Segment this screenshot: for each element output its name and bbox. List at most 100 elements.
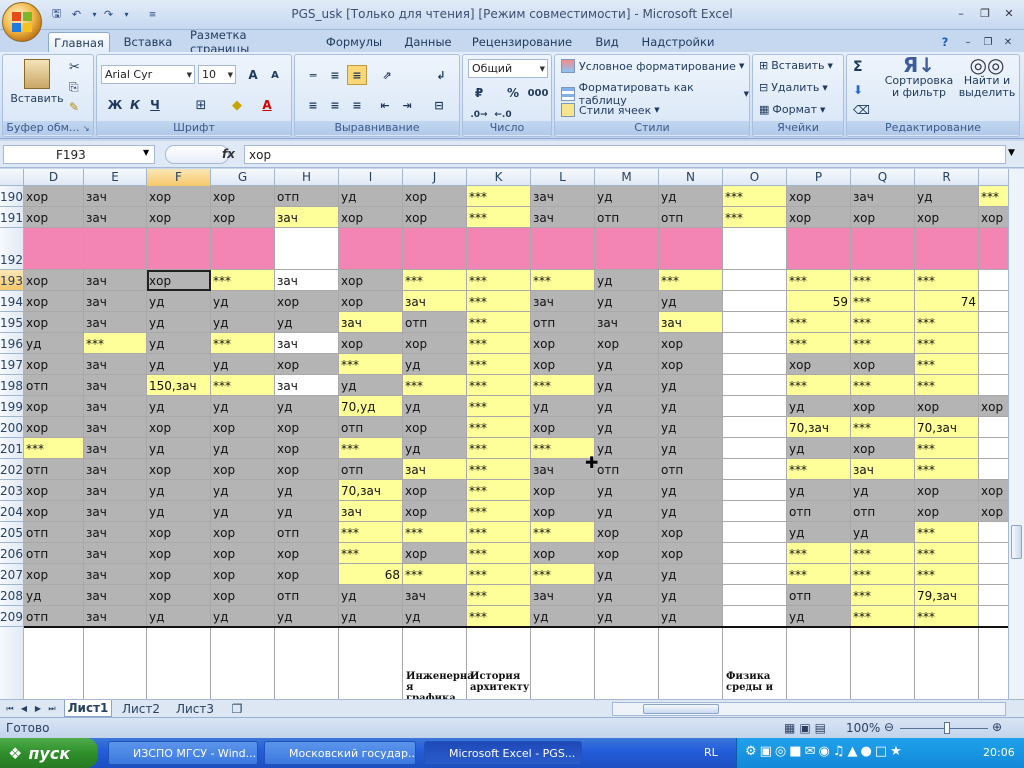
cell-h203[interactable]: уд <box>275 480 339 501</box>
cell-q208[interactable]: *** <box>851 585 915 606</box>
cell-e207[interactable]: зач <box>84 564 147 585</box>
zoom-slider-thumb[interactable] <box>944 722 950 734</box>
cell-l203[interactable]: хор <box>531 480 595 501</box>
cell-q192[interactable] <box>851 228 915 270</box>
cell-e204[interactable]: зач <box>84 501 147 522</box>
cell-n199[interactable]: уд <box>659 396 723 417</box>
cell-l205[interactable]: *** <box>531 522 595 543</box>
row-header[interactable]: 192 <box>0 228 24 270</box>
row-header[interactable]: 200 <box>0 417 24 438</box>
cell-i200[interactable]: отп <box>339 417 403 438</box>
cell-k196[interactable]: *** <box>467 333 531 354</box>
cell-r194[interactable]: 74 <box>915 291 979 312</box>
cell-i202[interactable]: отп <box>339 459 403 480</box>
tray-icons[interactable]: ⚙▣◎■✉◉♫▲●□★ <box>745 744 905 759</box>
header-cell[interactable] <box>211 627 275 699</box>
cell-n209[interactable]: уд <box>659 606 723 627</box>
cell-h209[interactable]: уд <box>275 606 339 627</box>
cell-r208[interactable]: 79,зач <box>915 585 979 606</box>
header-cell[interactable] <box>275 627 339 699</box>
cell-i203[interactable]: 70,зач <box>339 480 403 501</box>
cell-o192[interactable] <box>723 228 787 270</box>
cell-f196[interactable]: уд <box>147 333 211 354</box>
cell-d202[interactable]: отп <box>24 459 84 480</box>
cell-f200[interactable]: хор <box>147 417 211 438</box>
underline-button[interactable]: Ч <box>145 95 165 115</box>
cell-m196[interactable]: хор <box>595 333 659 354</box>
cell-p203[interactable]: уд <box>787 480 851 501</box>
cell-n198[interactable]: уд <box>659 375 723 396</box>
row-header[interactable]: 202 <box>0 459 24 480</box>
cell-p197[interactable]: хор <box>787 354 851 375</box>
cell-p193[interactable]: *** <box>787 270 851 291</box>
header-cell[interactable] <box>24 627 84 699</box>
cell-e193[interactable]: зач <box>84 270 147 291</box>
paste-button[interactable]: Вставить <box>10 59 64 105</box>
cell-k201[interactable]: *** <box>467 438 531 459</box>
cell-o195[interactable] <box>723 312 787 333</box>
fill-icon[interactable]: ⬇ <box>853 83 863 97</box>
row-header[interactable]: 198 <box>0 375 24 396</box>
last-sheet-icon[interactable]: ⏭ <box>46 700 58 717</box>
cell-i199[interactable]: 70,уд <box>339 396 403 417</box>
cell-i197[interactable]: *** <box>339 354 403 375</box>
cell-n192[interactable] <box>659 228 723 270</box>
cell-n197[interactable]: хор <box>659 354 723 375</box>
cell-d190[interactable]: хор <box>24 186 84 207</box>
column-header-k[interactable]: K <box>467 169 531 186</box>
cell-e198[interactable]: зач <box>84 375 147 396</box>
clear-icon[interactable]: ⌫ <box>853 103 870 117</box>
cell-d207[interactable]: хор <box>24 564 84 585</box>
cell-d195[interactable]: хор <box>24 312 84 333</box>
cell-h199[interactable]: уд <box>275 396 339 417</box>
cell-g194[interactable]: уд <box>211 291 275 312</box>
cell-m198[interactable]: уд <box>595 375 659 396</box>
cell-k192[interactable] <box>467 228 531 270</box>
cell-l193[interactable]: *** <box>531 270 595 291</box>
column-header-h[interactable]: H <box>275 169 339 186</box>
cell-k200[interactable]: *** <box>467 417 531 438</box>
cell-h208[interactable]: отп <box>275 585 339 606</box>
cell-e191[interactable]: зач <box>84 207 147 228</box>
cell-g208[interactable]: хор <box>211 585 275 606</box>
cell-d206[interactable]: отп <box>24 543 84 564</box>
cell-l196[interactable]: хор <box>531 333 595 354</box>
cell-f195[interactable]: уд <box>147 312 211 333</box>
cell-q200[interactable]: *** <box>851 417 915 438</box>
horizontal-scrollbar[interactable] <box>612 702 1006 716</box>
cell-n205[interactable]: хор <box>659 522 723 543</box>
cell-o200[interactable] <box>723 417 787 438</box>
cell-p196[interactable]: *** <box>787 333 851 354</box>
cell-m204[interactable]: уд <box>595 501 659 522</box>
cell-g198[interactable]: *** <box>211 375 275 396</box>
cell-g195[interactable]: уд <box>211 312 275 333</box>
cell-f202[interactable]: хор <box>147 459 211 480</box>
tab-insert[interactable]: Вставка <box>118 32 178 52</box>
conditional-format-button[interactable]: Условное форматирование ▼ <box>561 59 744 73</box>
cell-q197[interactable]: хор <box>851 354 915 375</box>
cell-r203[interactable]: хор <box>915 480 979 501</box>
column-header-q[interactable]: Q <box>851 169 915 186</box>
tab-home[interactable]: Главная <box>48 32 110 52</box>
cell-l208[interactable]: зач <box>531 585 595 606</box>
spreadsheet-grid[interactable]: DEFGHIJKLMNOPQR 190 хор зач хор хор отп уд хор *… <box>0 169 1024 699</box>
cell-r209[interactable]: *** <box>915 606 979 627</box>
cell-j197[interactable]: уд <box>403 354 467 375</box>
cell-r193[interactable]: *** <box>915 270 979 291</box>
column-header-e[interactable]: E <box>84 169 147 186</box>
cell-k208[interactable]: *** <box>467 585 531 606</box>
cell-q191[interactable]: хор <box>851 207 915 228</box>
cell-k197[interactable]: *** <box>467 354 531 375</box>
cell-k198[interactable]: *** <box>467 375 531 396</box>
cell-l198[interactable]: *** <box>531 375 595 396</box>
cell-e194[interactable]: зач <box>84 291 147 312</box>
cell-n191[interactable]: отп <box>659 207 723 228</box>
cell-n201[interactable]: уд <box>659 438 723 459</box>
name-box-dropdown-icon[interactable]: ▼ <box>143 148 149 157</box>
expand-formula-icon[interactable]: ▼ <box>1008 148 1015 158</box>
cell-q204[interactable]: отп <box>851 501 915 522</box>
cell-n194[interactable]: уд <box>659 291 723 312</box>
row-header[interactable]: 199 <box>0 396 24 417</box>
cell-f201[interactable]: уд <box>147 438 211 459</box>
header-cell[interactable] <box>339 627 403 699</box>
